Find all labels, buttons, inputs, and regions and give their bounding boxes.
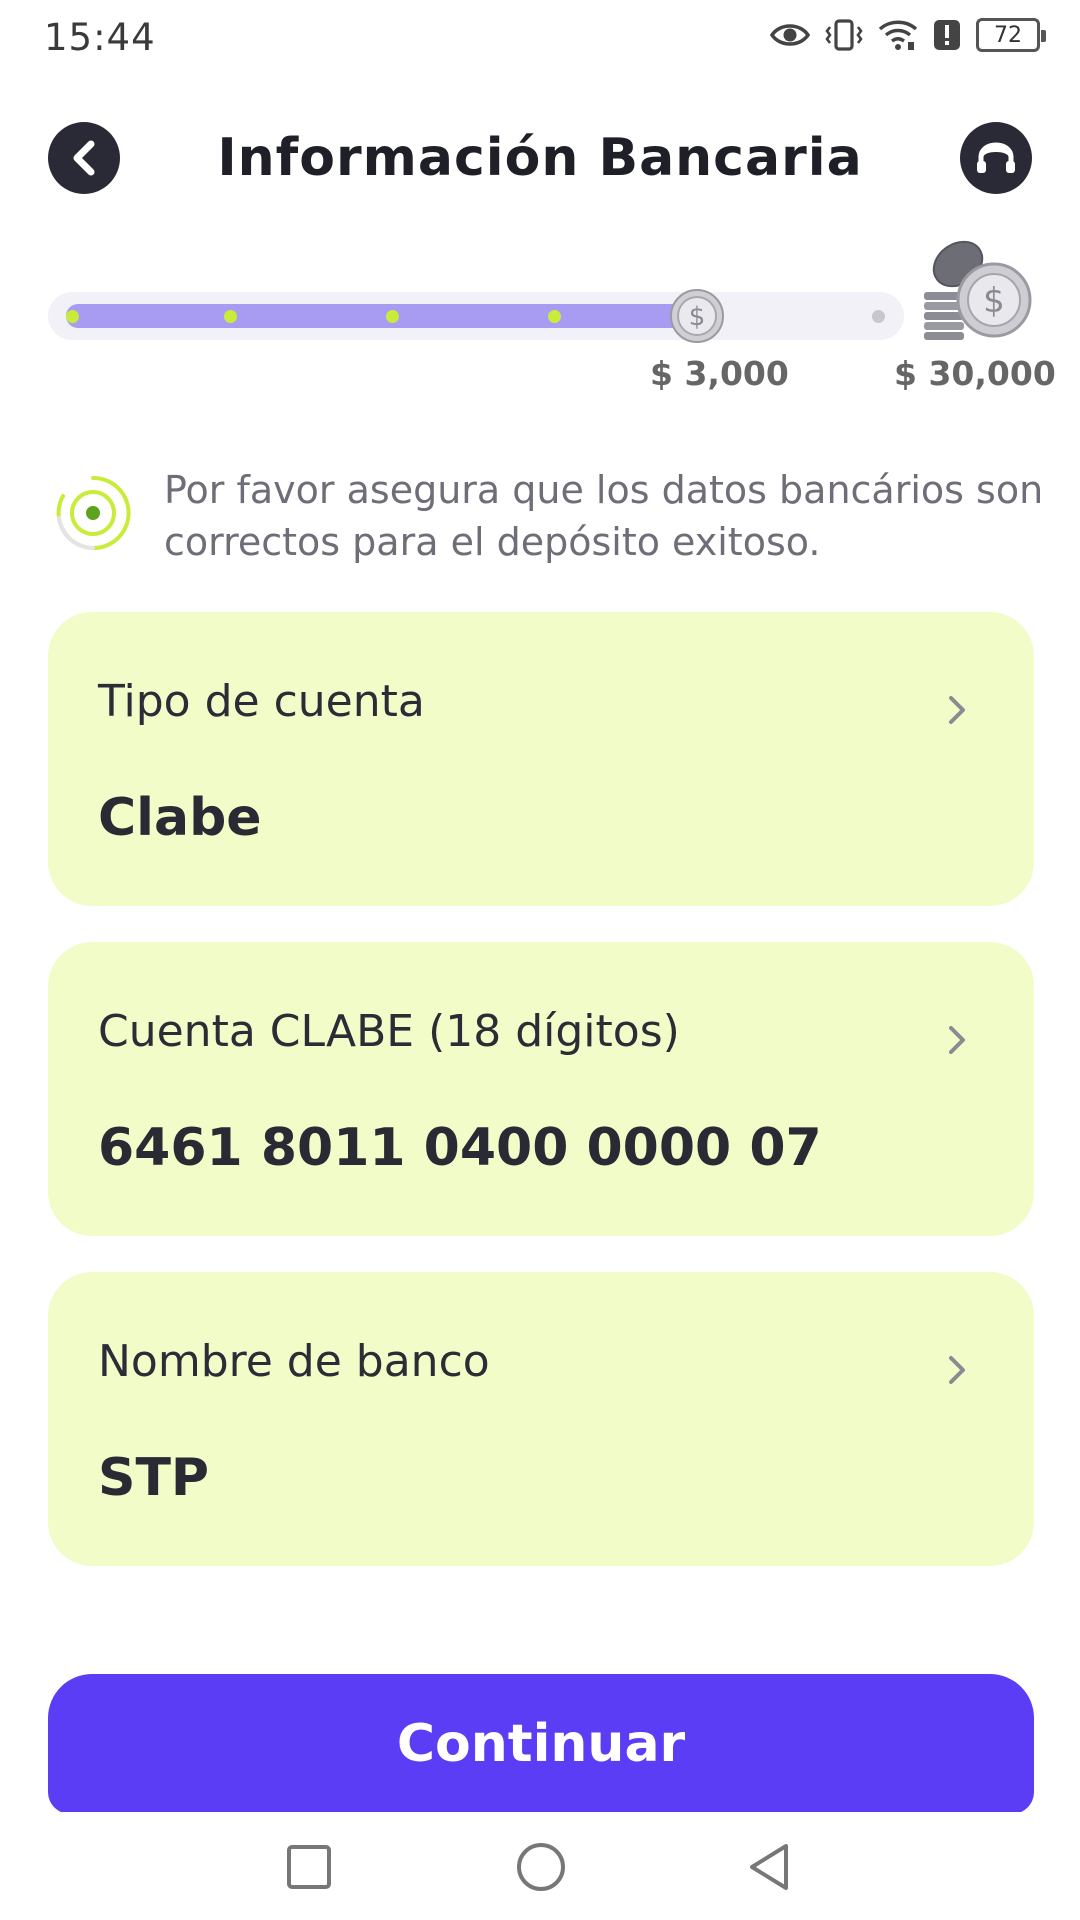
field-value: 6461 8011 0400 0000 07	[98, 1118, 822, 1178]
wifi-icon	[878, 18, 918, 52]
field-label: Cuenta CLABE (18 dígitos)	[98, 1006, 680, 1057]
progress-current-amount: $ 3,000	[650, 354, 789, 393]
vibrate-icon	[824, 18, 864, 52]
battery-icon: 72	[976, 18, 1046, 52]
field-label: Nombre de banco	[98, 1336, 490, 1387]
field-value: STP	[98, 1448, 210, 1508]
status-bar: 15:44 72	[0, 0, 1080, 78]
field-label: Tipo de cuenta	[98, 676, 425, 727]
field-card-account-type[interactable]: Tipo de cuenta Clabe	[48, 612, 1034, 906]
headset-icon	[977, 142, 1015, 173]
back-icon[interactable]	[746, 1842, 792, 1892]
system-nav-bar	[0, 1812, 1080, 1920]
field-card-bank-name[interactable]: Nombre de banco STP	[48, 1272, 1034, 1566]
progress-milestone-dot	[386, 310, 399, 323]
progress-milestone-dot	[66, 310, 79, 323]
field-card-clabe[interactable]: Cuenta CLABE (18 dígitos) 6461 8011 0400…	[48, 942, 1034, 1236]
home-icon[interactable]	[516, 1842, 566, 1892]
status-time: 15:44	[44, 16, 156, 59]
status-icons: 72	[770, 18, 1046, 52]
page-title: Información Bancaria	[217, 128, 863, 188]
target-icon	[56, 475, 131, 550]
progress-milestone-dot	[548, 310, 561, 323]
alert-icon	[932, 18, 962, 52]
svg-text:$: $	[983, 281, 1005, 321]
battery-level: 72	[994, 22, 1022, 48]
support-button[interactable]	[960, 122, 1032, 194]
progress-milestone-dot	[224, 310, 237, 323]
coin-stack-icon: $	[924, 240, 1032, 340]
field-value: Clabe	[98, 788, 262, 848]
chevron-right-icon	[949, 1026, 965, 1054]
svg-text:$: $	[689, 302, 706, 332]
coin-icon: $	[670, 289, 724, 343]
chevron-right-icon	[949, 1356, 965, 1384]
chevron-right-icon	[949, 696, 965, 724]
progress-end-dot	[872, 310, 885, 323]
deposit-progress-bar: $	[48, 289, 904, 343]
bank-info-screen: 15:44 72 Información Bancaria $ $ $ 3,00…	[0, 0, 1080, 1920]
progress-max-amount: $ 30,000	[894, 354, 1056, 393]
progress-fill	[66, 304, 697, 328]
notice-text: Por favor asegura que los datos bancário…	[164, 468, 1044, 564]
eye-icon	[770, 21, 810, 49]
recent-apps-icon[interactable]	[286, 1844, 332, 1890]
continue-button[interactable]: Continuar	[48, 1674, 1034, 1814]
